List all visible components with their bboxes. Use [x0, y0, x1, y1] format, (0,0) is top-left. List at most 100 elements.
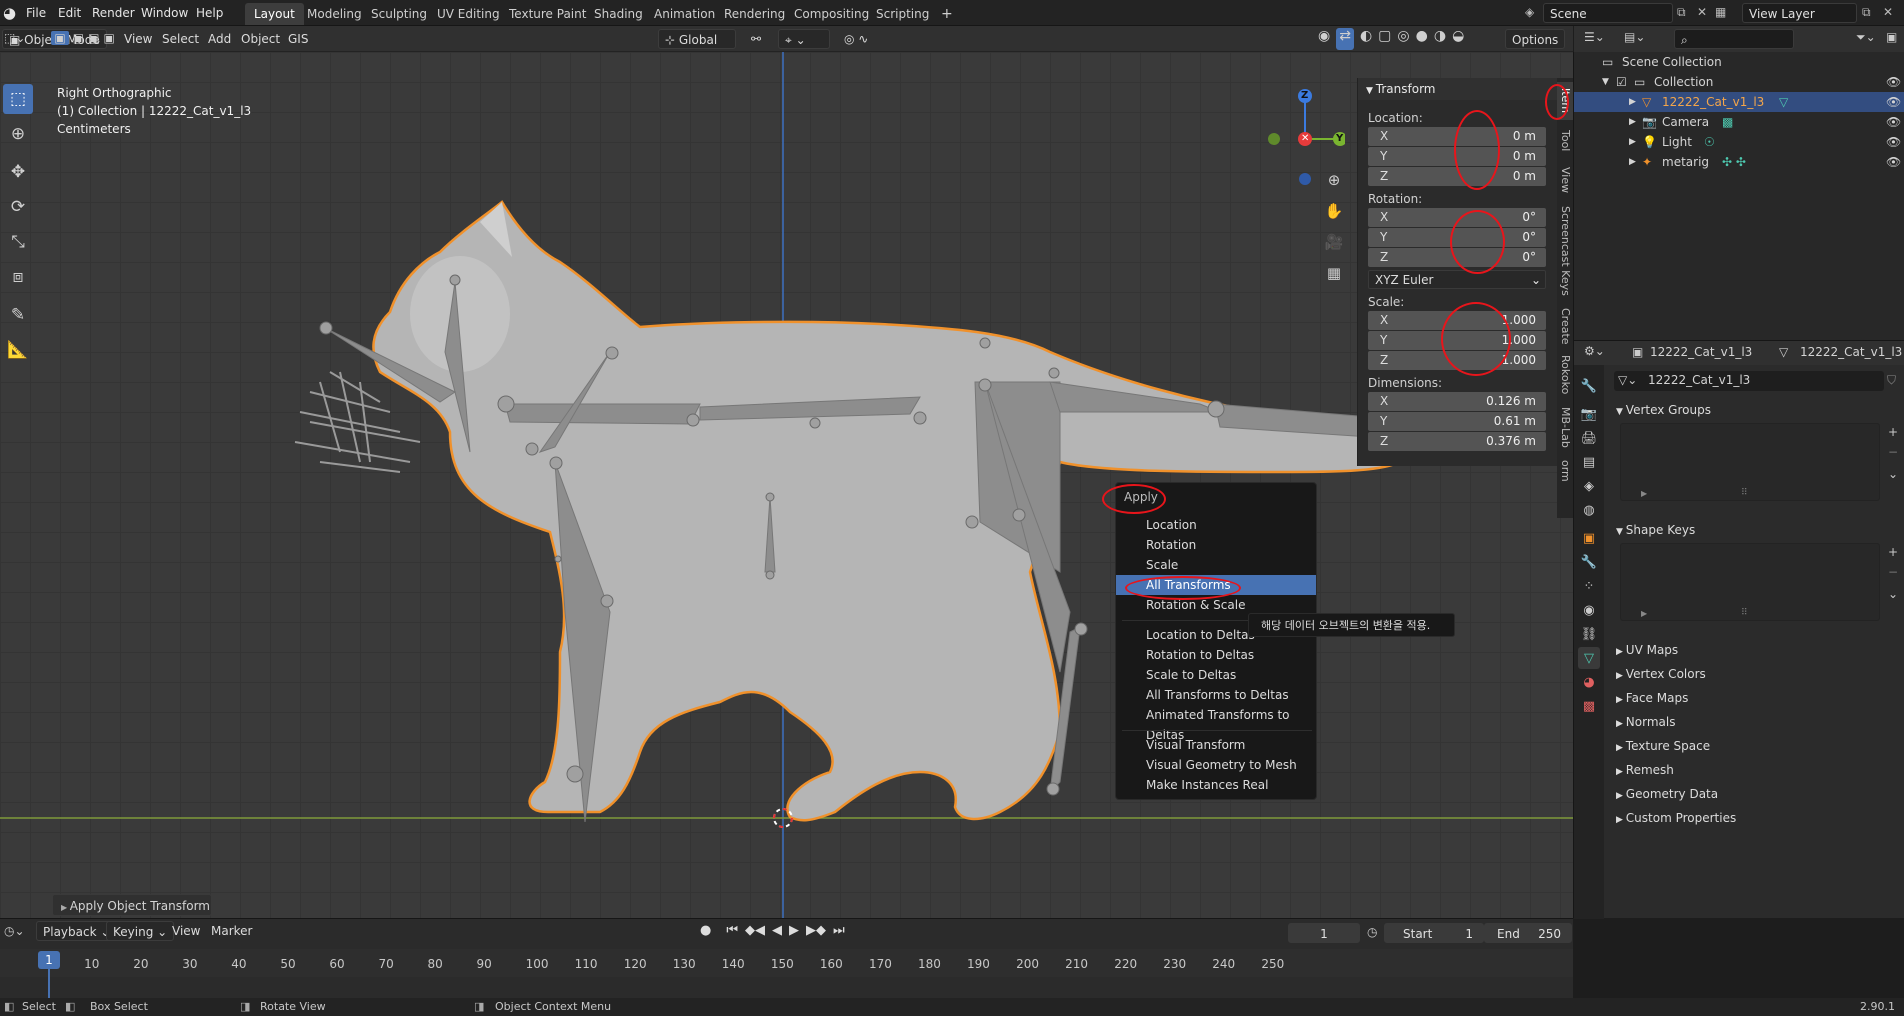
marker-menu[interactable]: Marker — [205, 921, 258, 941]
pivot-icon[interactable]: ⚯ — [745, 29, 767, 49]
all-transforms-to-deltas-item[interactable]: All Transforms to Deltas — [1146, 685, 1289, 705]
apply-scale-item[interactable]: Scale — [1146, 555, 1178, 575]
tool-tab-icon[interactable]: 🔧 — [1578, 375, 1600, 397]
dimensions-z-field[interactable]: Z 0.376 m — [1368, 432, 1546, 451]
scene-selector[interactable]: Scene — [1543, 3, 1673, 23]
section-remesh[interactable]: ▶ Remesh — [1616, 759, 1674, 781]
blender-logo-icon[interactable]: ◕ — [3, 4, 16, 22]
camera-view-icon[interactable]: 🎥 — [1321, 229, 1347, 255]
tab-layout[interactable]: Layout — [245, 3, 304, 25]
world-tab-icon[interactable]: ◍ — [1578, 499, 1600, 521]
section-normals[interactable]: ▶ Normals — [1616, 711, 1675, 733]
fake-user-shield-icon[interactable]: ⛉ — [1887, 373, 1896, 388]
view-layer-selector[interactable]: View Layer — [1742, 3, 1857, 23]
select-extend-icon[interactable]: ▣ — [73, 31, 84, 45]
expand-arrow-icon[interactable]: ▶ — [1629, 112, 1636, 132]
play-icon[interactable]: ▶ — [789, 923, 799, 938]
expand-arrow-icon[interactable]: ▶ — [1641, 489, 1647, 498]
transform-tool-icon[interactable]: ⧈ — [3, 262, 33, 292]
section-custom-properties[interactable]: ▶ Custom Properties — [1616, 807, 1736, 829]
menu-render[interactable]: Render — [86, 4, 141, 22]
pan-hand-icon[interactable]: ✋ — [1321, 198, 1347, 224]
section-vertex-colors[interactable]: ▶ Vertex Colors — [1616, 663, 1706, 685]
expand-arrow-icon[interactable]: ▶ — [1629, 92, 1636, 112]
display-mode-icon[interactable]: ▤⌄ — [1624, 30, 1645, 44]
checkbox-icon[interactable]: ☑ — [1616, 72, 1627, 92]
wireframe-shading-icon[interactable]: ◎ — [1397, 28, 1409, 50]
mesh-data-tab-icon[interactable]: ▽ — [1578, 647, 1600, 669]
sidebar-tab-create[interactable]: Create — [1557, 304, 1573, 348]
sidebar-tab-rokoko[interactable]: Rokoko — [1557, 352, 1573, 398]
outliner-row-scene-collection[interactable]: ▭ Scene Collection — [1574, 52, 1904, 72]
transform-orientation-selector[interactable]: ⊹ Global — [658, 29, 736, 49]
tab-uv-editing[interactable]: UV Editing — [428, 3, 509, 25]
context-object-name[interactable]: 12222_Cat_v1_l3 — [1650, 345, 1752, 359]
move-tool-icon[interactable]: ✥ — [3, 157, 33, 187]
dimensions-y-field[interactable]: Y 0.61 m — [1368, 412, 1546, 431]
output-tab-icon[interactable]: 🖨 — [1578, 427, 1600, 449]
render-tab-icon[interactable]: 📷 — [1578, 403, 1600, 425]
tab-rendering[interactable]: Rendering — [715, 3, 794, 25]
timer-icon[interactable]: ◷ — [1367, 925, 1377, 939]
eye-icon[interactable]: 👁 — [1886, 152, 1901, 172]
xray-toggle-icon[interactable]: ▢ — [1378, 28, 1391, 50]
outliner-row-light[interactable]: ▶ 💡 Light ☉ 👁 — [1574, 132, 1904, 152]
proportional-edit-icon[interactable]: ◎ ∿ — [838, 29, 874, 49]
view-layer-tab-icon[interactable]: ▤ — [1578, 451, 1600, 473]
rotate-tool-icon[interactable]: ⟳ — [3, 192, 33, 222]
playhead[interactable]: 1 — [38, 951, 60, 969]
menu-window[interactable]: Window — [135, 4, 194, 22]
keying-menu[interactable]: Keying ⌄ — [106, 921, 175, 941]
zoom-icon[interactable]: ⊕ — [1321, 167, 1347, 193]
modifier-tab-icon[interactable]: 🔧 — [1578, 551, 1600, 573]
snap-icon[interactable]: ⌖ ⌄ — [778, 29, 830, 49]
tab-shading[interactable]: Shading — [585, 3, 652, 25]
jump-keyframe-forward-icon[interactable]: ▶◆ — [806, 923, 826, 938]
tool-settings-icon[interactable]: ⬚⌄ — [4, 31, 25, 45]
apply-location-item[interactable]: Location — [1146, 515, 1197, 535]
sidebar-tab-mb-lab[interactable]: MB-Lab — [1557, 402, 1573, 452]
end-frame-field[interactable]: End 250 — [1484, 923, 1572, 943]
select-new-icon[interactable]: ▣ — [51, 31, 69, 45]
visual-geometry-to-mesh-item[interactable]: Visual Geometry to Mesh — [1146, 755, 1297, 775]
add-workspace-button[interactable]: + — [932, 3, 962, 25]
expand-arrow-icon[interactable]: ▶ — [1629, 132, 1636, 152]
chevron-down-icon[interactable]: ⌄ — [1888, 587, 1898, 601]
animated-transforms-to-deltas-item[interactable]: Animated Transforms to Deltas — [1146, 705, 1316, 742]
start-frame-field[interactable]: Start 1 — [1384, 923, 1484, 943]
tab-sculpting[interactable]: Sculpting — [362, 3, 436, 25]
menu-object[interactable]: Object — [235, 29, 286, 49]
eye-icon[interactable]: 👁 — [1886, 132, 1901, 152]
menu-file[interactable]: File — [20, 4, 52, 22]
sidebar-tab-view[interactable]: View — [1557, 162, 1573, 198]
context-mesh-name[interactable]: 12222_Cat_v1_l3 — [1800, 345, 1902, 359]
menu-help[interactable]: Help — [190, 4, 229, 22]
menu-view[interactable]: View — [118, 29, 158, 49]
editor-type-icon[interactable]: ⚙⌄ — [1584, 344, 1605, 358]
timeline-view-menu[interactable]: View — [166, 921, 206, 941]
rotation-mode-selector[interactable]: XYZ Euler ⌄ — [1368, 270, 1546, 289]
make-instances-real-item[interactable]: Make Instances Real — [1146, 775, 1268, 795]
add-icon[interactable]: + — [1888, 545, 1898, 559]
timeline-editor-icon[interactable]: ◷⌄ — [4, 924, 25, 938]
jump-keyframe-back-icon[interactable]: ◆◀ — [745, 923, 765, 938]
material-tab-icon[interactable]: ◕ — [1578, 671, 1600, 693]
remove-icon[interactable]: − — [1888, 445, 1898, 459]
menu-add[interactable]: Add — [202, 29, 237, 49]
measure-tool-icon[interactable]: 📐 — [3, 335, 33, 365]
select-box-tool-icon[interactable]: ⬚ — [3, 84, 33, 114]
eye-icon[interactable]: 👁 — [1886, 92, 1901, 112]
tab-scripting[interactable]: Scripting — [867, 3, 938, 25]
new-collection-icon[interactable]: ▣ — [1886, 30, 1897, 44]
sidebar-tab-tool[interactable]: Tool — [1557, 124, 1573, 158]
shape-keys-list[interactable]: ▶ ⠿ — [1620, 543, 1880, 621]
rotation-to-deltas-item[interactable]: Rotation to Deltas — [1146, 645, 1254, 665]
jump-start-icon[interactable]: ⏮ — [726, 923, 738, 938]
record-icon[interactable]: ● — [700, 923, 711, 938]
visibility-icon[interactable]: ◉ — [1318, 28, 1330, 50]
resize-grip-icon[interactable]: ⠿ — [1741, 608, 1748, 618]
add-icon[interactable]: + — [1888, 425, 1898, 439]
outliner-search-input[interactable]: ⌕ — [1674, 29, 1794, 49]
remove-icon[interactable]: − — [1888, 565, 1898, 579]
object-tab-icon[interactable]: ▣ — [1578, 527, 1600, 549]
